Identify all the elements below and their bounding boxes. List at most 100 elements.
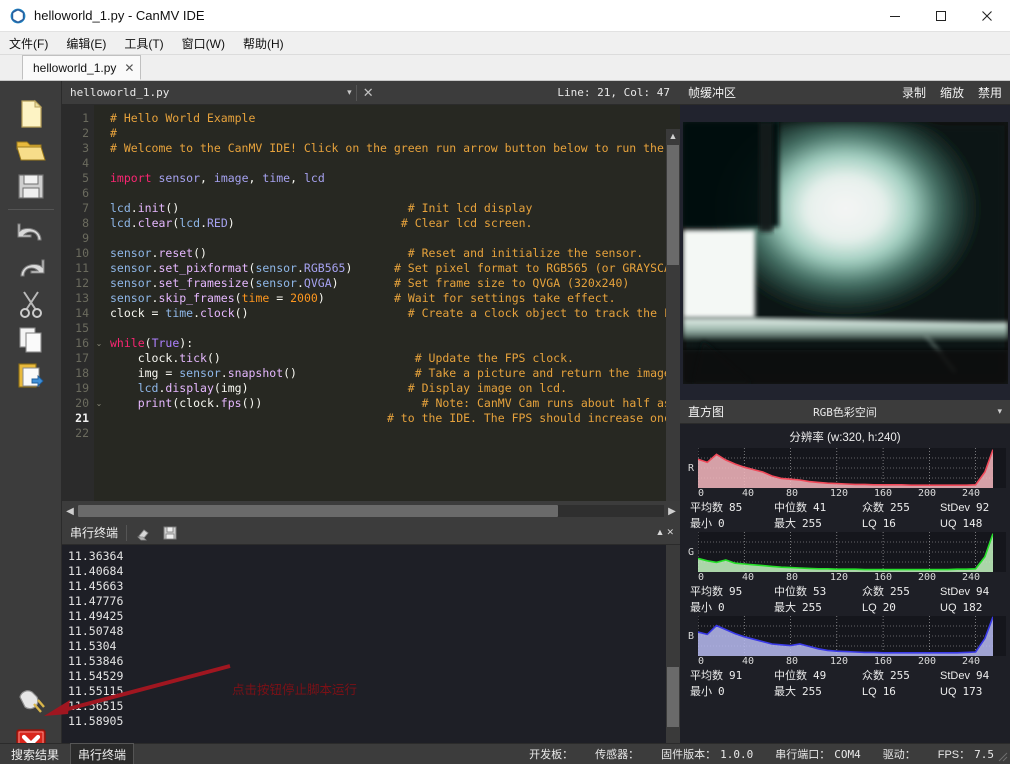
menu-help[interactable]: 帮助(H) [234, 32, 293, 55]
collapse-icon[interactable]: ▲ [656, 527, 665, 538]
hscroll-thumb[interactable] [78, 505, 558, 517]
code-line[interactable]: lcd.clear(lcd.RED) # Clear lcd screen. [104, 216, 680, 231]
hscroll-track[interactable] [78, 505, 664, 517]
code-line[interactable]: print(clock.fps()) # Note: CanMV Cam run… [104, 396, 680, 411]
code-line[interactable]: # [104, 126, 680, 141]
code-line[interactable]: img = sensor.snapshot() # Take a picture… [104, 366, 680, 381]
stat-max: 最大 255 [774, 516, 862, 532]
document-tab-helloworld[interactable]: helloworld_1.py ✕ [22, 55, 142, 80]
undo-icon[interactable] [14, 215, 48, 249]
code-line[interactable] [104, 321, 680, 336]
axis-tick: 240 [962, 656, 981, 667]
scroll-left-icon[interactable]: ◀ [62, 506, 78, 517]
minimize-button[interactable] [872, 0, 918, 32]
fold-toggle-icon[interactable]: ⌄ [94, 336, 104, 351]
colorspace-label: RGB色彩空间 [813, 405, 877, 419]
save-icon[interactable] [14, 169, 48, 203]
close-icon[interactable]: ✕ [124, 61, 134, 75]
channel-x-axis-ticks: 0 40 80 120 160 200 240 [684, 488, 1006, 499]
code-line[interactable]: # to the IDE. The FPS should increase on… [104, 411, 680, 426]
code-area[interactable]: 1 2 3 4 5 6 7 8 9 10 11 12 13 14 15 16 17 18 19 20 21 22 ⌄ ⌄ #… [62, 105, 680, 501]
status-field-label: 传感器： [595, 749, 640, 761]
copy-icon[interactable] [14, 323, 48, 357]
resize-grip-icon[interactable] [996, 750, 1008, 762]
close-icon[interactable]: ✕ [357, 85, 380, 101]
stat-max-value: 255 [802, 685, 822, 698]
status-tab-search-results[interactable]: 搜索结果 [4, 744, 66, 764]
disable-button[interactable]: 禁用 [978, 84, 1002, 101]
open-folder-icon[interactable] [14, 133, 48, 167]
editor-vertical-scrollbar[interactable]: ▲ ▼ [666, 129, 680, 501]
line-number: 7 [82, 201, 89, 215]
code-line[interactable]: sensor.skip_frames(time = 2000) # Wait f… [104, 291, 680, 306]
code-line[interactable]: sensor.set_framesize(sensor.QVGA) # Set … [104, 276, 680, 291]
code-line[interactable] [104, 186, 680, 201]
stat-row: 最小 0 最大 255 LQ 16 UQ 148 [690, 516, 1002, 532]
scroll-right-icon[interactable]: ▶ [664, 506, 680, 517]
channel-axis-label: B [687, 630, 695, 642]
code-line[interactable] [104, 231, 680, 246]
channel-x-axis-ticks: 0 40 80 120 160 200 240 [684, 572, 1006, 583]
menu-window[interactable]: 窗口(W) [173, 32, 234, 55]
maximize-button[interactable] [918, 0, 964, 32]
scroll-up-icon[interactable]: ▲ [666, 129, 680, 143]
menu-file[interactable]: 文件(F) [0, 32, 57, 55]
stat-uq-value: 182 [962, 601, 983, 614]
axis-tick: 120 [830, 572, 849, 583]
menu-tools[interactable]: 工具(T) [115, 32, 172, 55]
code-line[interactable] [104, 426, 680, 441]
stat-mean: 平均数 85 [690, 500, 774, 516]
zoom-button[interactable]: 缩放 [940, 84, 964, 101]
line-number: 13 [75, 291, 89, 305]
axis-tick: 160 [874, 656, 893, 667]
code-line[interactable]: lcd.init() # Init lcd display [104, 201, 680, 216]
code-text[interactable]: # Hello World Example # # Welcome to the C… [104, 105, 680, 501]
annotation-text: 点击按钮停止脚本运行 [232, 683, 358, 697]
code-line[interactable]: clock = time.clock() # Create a clock ob… [104, 306, 680, 321]
editor-horizontal-scrollbar[interactable]: ◀ ▶ [62, 501, 680, 521]
code-line[interactable]: sensor.reset() # Reset and initialize th… [104, 246, 680, 261]
save-terminal-icon[interactable] [161, 525, 179, 541]
canmv-logo-icon [10, 8, 26, 23]
chevron-down-icon[interactable]: ▾ [347, 87, 352, 98]
menu-edit[interactable]: 编辑(E) [57, 32, 115, 55]
terminal-scrollbar[interactable] [666, 545, 680, 743]
status-tab-serial-terminal[interactable]: 串行终端 [70, 742, 135, 764]
paste-icon[interactable] [14, 359, 48, 393]
axis-tick: 80 [786, 656, 799, 667]
code-line[interactable]: while(True): [104, 336, 680, 351]
stat-row: 平均数 85 中位数 41 众数 255 StDev 92 [690, 500, 1002, 516]
framebuffer-actions: 录制 缩放 禁用 [902, 84, 1002, 101]
stat-mean-value: 85 [729, 501, 743, 514]
axis-tick: 40 [742, 656, 755, 667]
channel-histogram-plot [697, 532, 1006, 572]
close-icon[interactable]: ✕ [666, 527, 674, 538]
fold-toggle-icon[interactable]: ⌄ [94, 396, 104, 411]
scroll-thumb[interactable] [667, 145, 679, 265]
terminal-line: 11.47776 [68, 594, 124, 608]
redo-icon[interactable] [14, 251, 48, 285]
record-button[interactable]: 录制 [902, 84, 926, 101]
close-button[interactable] [964, 0, 1010, 32]
code-line[interactable]: sensor.set_pixformat(sensor.RGB565) # Se… [104, 261, 680, 276]
chevron-down-icon[interactable]: ▾ [997, 406, 1002, 417]
cursor-position-label: Line: 21, Col: 47 [557, 86, 670, 99]
stat-lq: LQ 16 [862, 516, 940, 532]
code-line[interactable]: # Hello World Example [104, 111, 680, 126]
framebuffer-view[interactable] [680, 105, 1010, 400]
new-file-icon[interactable] [14, 97, 48, 131]
code-line[interactable]: lcd.display(img) # Display image on lcd. [104, 381, 680, 396]
stat-mean-value: 95 [729, 585, 743, 598]
fold-column[interactable]: ⌄ ⌄ [94, 105, 104, 501]
cut-icon[interactable] [14, 287, 48, 321]
stat-min: 最小 0 [690, 684, 774, 700]
scroll-thumb[interactable] [667, 667, 679, 727]
code-line[interactable]: clock.tick() # Update the FPS clock. [104, 351, 680, 366]
clear-terminal-icon[interactable] [135, 525, 153, 541]
code-line[interactable]: # Welcome to the CanMV IDE! Click on the… [104, 141, 680, 156]
code-line[interactable]: import sensor, image, time, lcd [104, 171, 680, 186]
code-line[interactable] [104, 156, 680, 171]
